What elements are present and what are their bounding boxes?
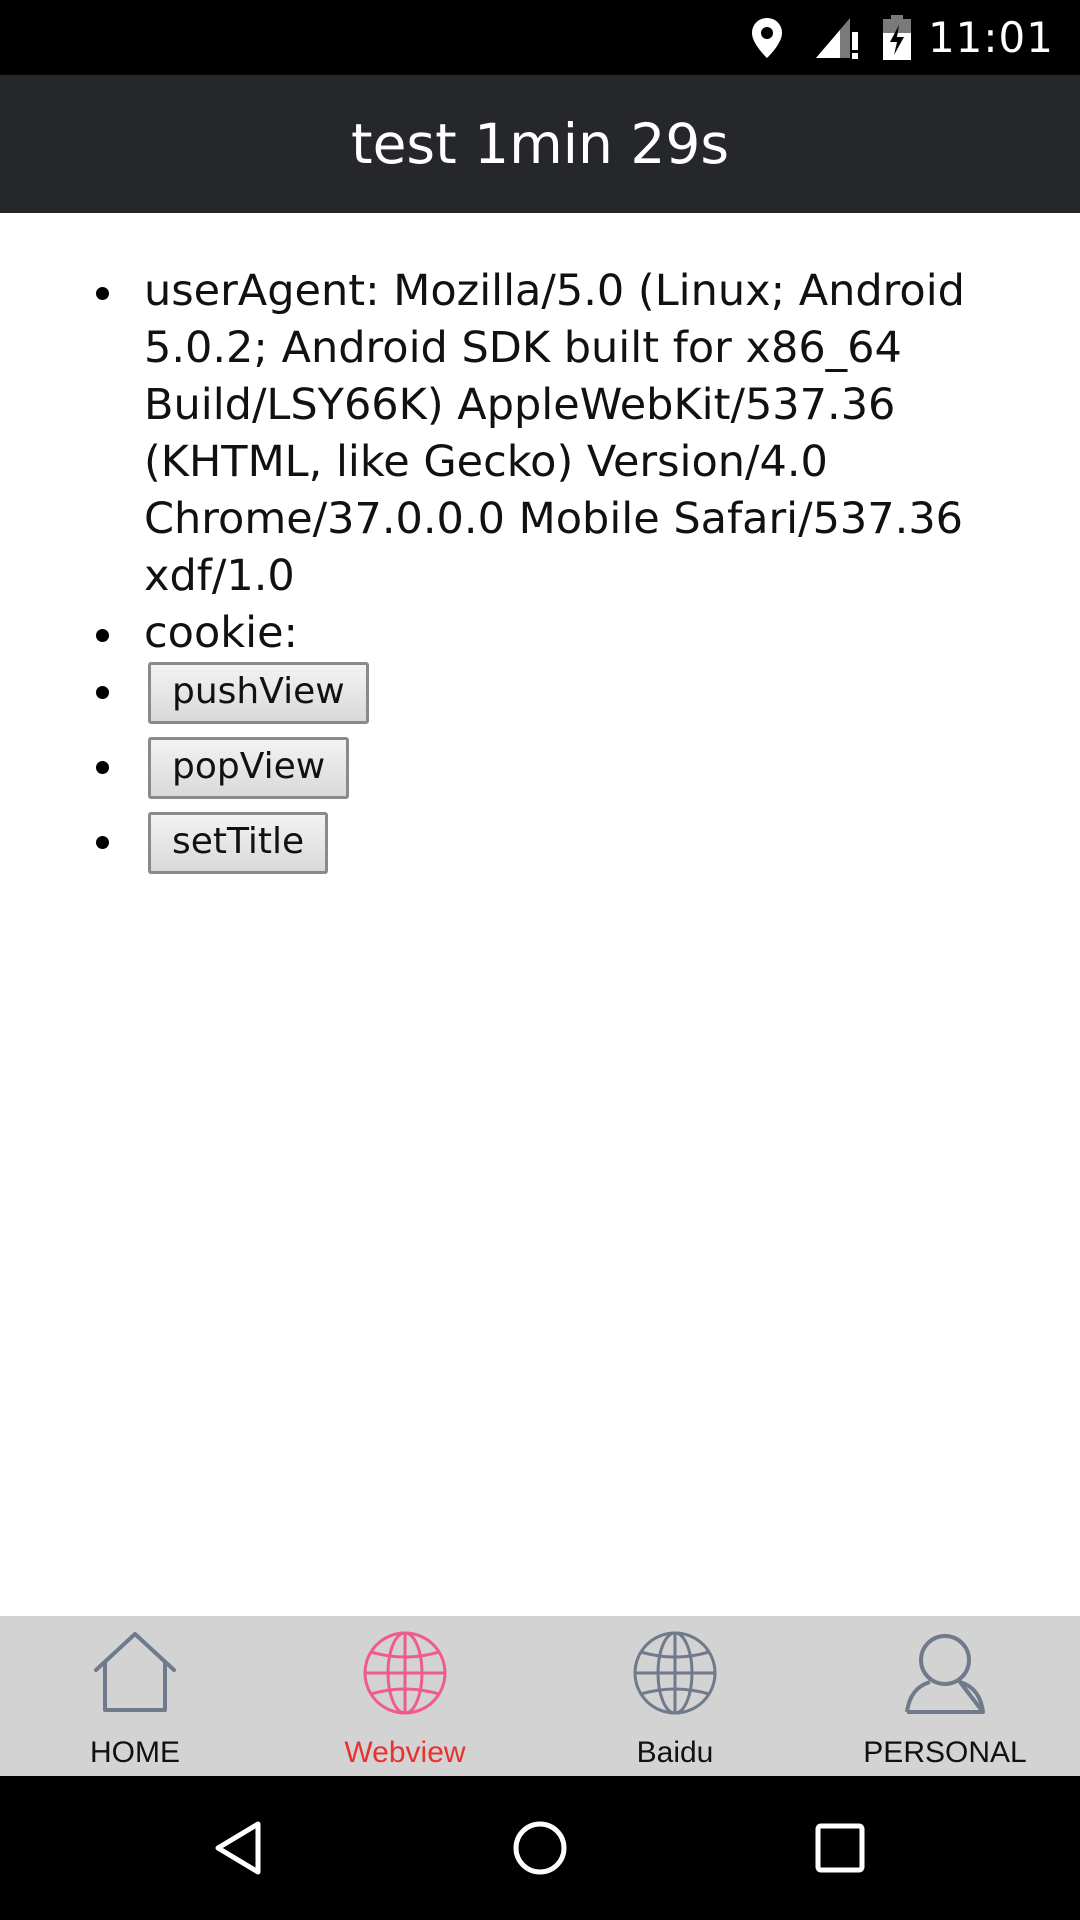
globe-icon — [633, 1631, 717, 1715]
user-agent-text: userAgent: Mozilla/5.0 (Linux; Android 5… — [144, 266, 965, 601]
list-item-set-title: setTitle — [88, 812, 988, 887]
set-title-button[interactable]: setTitle — [148, 812, 329, 874]
list-item-cookie: cookie: — [88, 605, 988, 662]
status-time: 11:01 — [927, 13, 1054, 62]
tab-label: PERSONAL — [863, 1736, 1027, 1769]
signal-icon — [814, 16, 860, 60]
cookie-text: cookie: — [144, 608, 299, 658]
recents-button[interactable] — [765, 1776, 915, 1920]
list-item-push-view: pushView — [88, 662, 988, 737]
list-item-pop-view: popView — [88, 737, 988, 812]
back-icon — [215, 1821, 261, 1875]
webview-content: userAgent: Mozilla/5.0 (Linux; Android 5… — [0, 213, 1080, 1616]
tab-label: Webview — [344, 1736, 466, 1769]
tab-bar: HOME Webview Baidu PERSONAL — [0, 1616, 1080, 1776]
tab-home[interactable]: HOME — [0, 1616, 270, 1776]
info-list: userAgent: Mozilla/5.0 (Linux; Android 5… — [88, 263, 988, 887]
tab-label: HOME — [90, 1736, 180, 1769]
status-bar: 11:01 — [0, 0, 1080, 75]
bullet — [96, 836, 109, 849]
status-icons: 11:01 — [750, 0, 1080, 75]
back-button[interactable] — [165, 1776, 315, 1920]
title-bar: test 1min 29s — [0, 75, 1080, 213]
tab-label: Baidu — [636, 1736, 714, 1769]
bullet — [96, 686, 109, 699]
home-nav-button[interactable] — [465, 1776, 615, 1920]
location-icon — [750, 16, 784, 60]
list-item-user-agent: userAgent: Mozilla/5.0 (Linux; Android 5… — [88, 263, 988, 605]
home-circle-icon — [513, 1821, 567, 1875]
bullet — [96, 287, 109, 300]
battery-icon — [882, 14, 912, 61]
bullet — [96, 761, 109, 774]
page-title: test 1min 29s — [351, 112, 729, 176]
tab-webview[interactable]: Webview — [270, 1616, 540, 1776]
tab-personal[interactable]: PERSONAL — [810, 1616, 1080, 1776]
tab-baidu[interactable]: Baidu — [540, 1616, 810, 1776]
system-nav-bar — [0, 1776, 1080, 1920]
person-icon — [905, 1634, 985, 1714]
home-icon — [94, 1632, 176, 1712]
recents-icon — [815, 1823, 865, 1873]
globe-icon — [363, 1631, 447, 1715]
push-view-button[interactable]: pushView — [148, 662, 369, 724]
pop-view-button[interactable]: popView — [148, 737, 350, 799]
bullet — [96, 629, 109, 642]
